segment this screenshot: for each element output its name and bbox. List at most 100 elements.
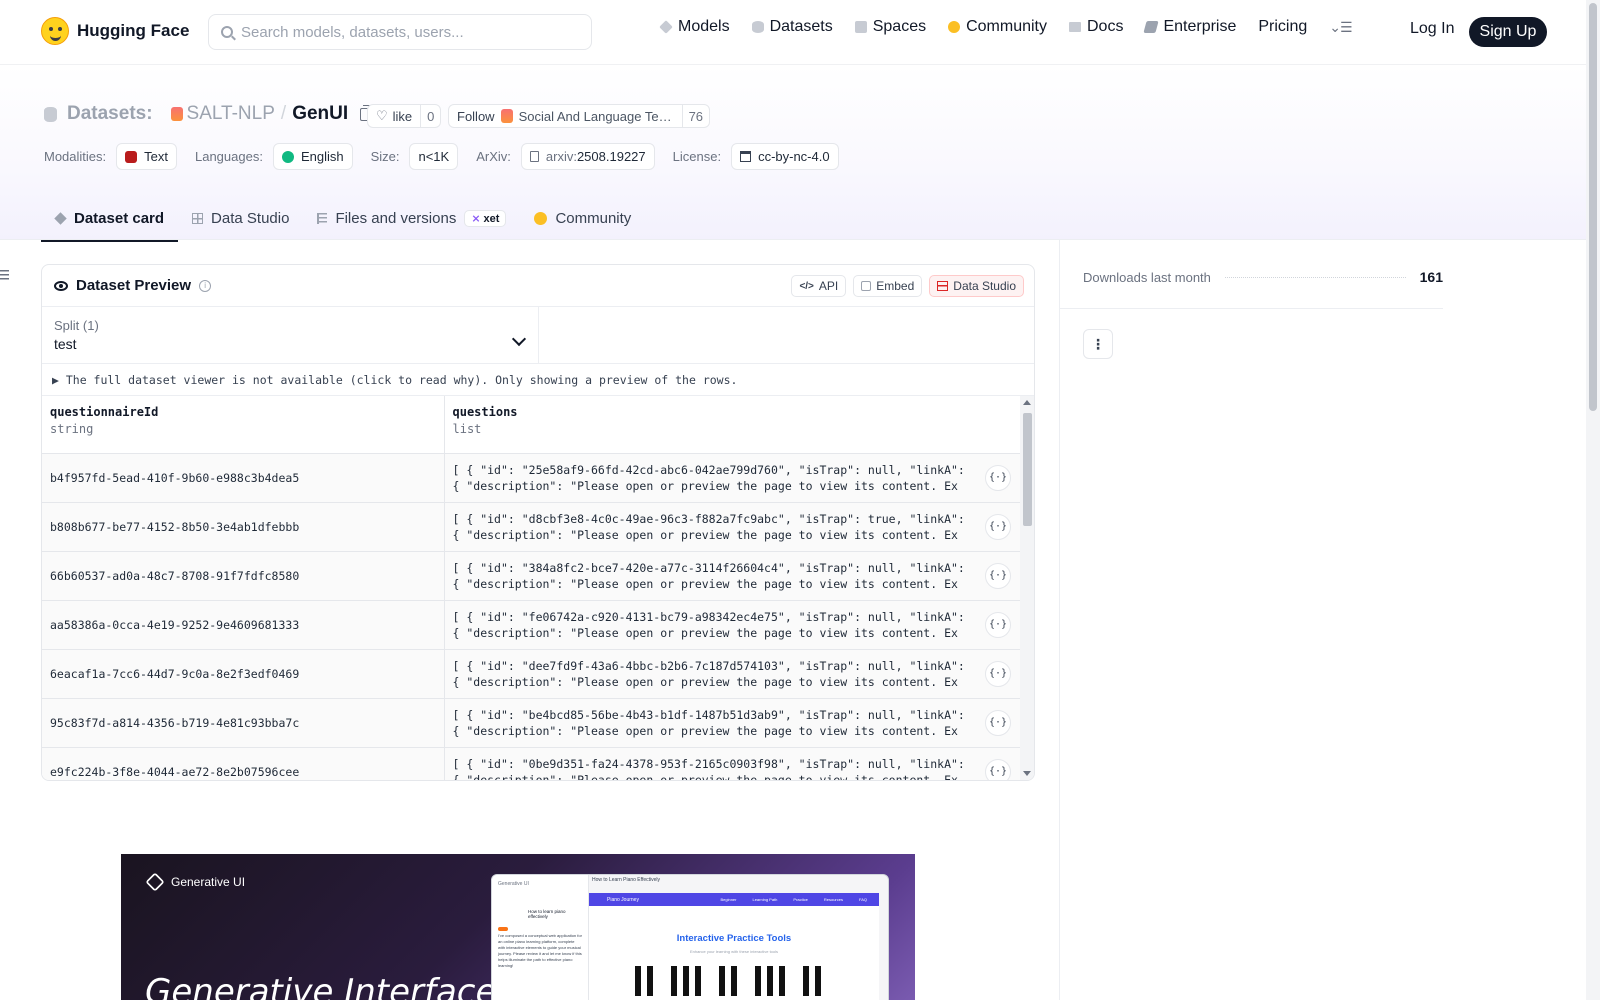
scroll-up-icon[interactable] <box>1023 400 1031 405</box>
split-value: test <box>54 336 77 352</box>
nav-models[interactable]: Models <box>659 18 730 36</box>
follow-label: Follow <box>457 108 495 124</box>
nav-datasets[interactable]: Datasets <box>751 18 833 36</box>
questions-line-2: { "description": "Please open or preview… <box>452 625 958 640</box>
more-options-button[interactable]: ⋮ <box>1083 329 1113 359</box>
expand-json-button[interactable]: {·} <box>985 562 1011 589</box>
language-chip[interactable]: English <box>272 143 353 170</box>
follow-button[interactable]: Follow Social And Language Technology Lab… <box>448 104 711 128</box>
expand-json-button[interactable]: {·} <box>985 464 1011 491</box>
logo-text: Hugging Face <box>77 21 190 40</box>
search-input[interactable]: Search models, datasets, users... <box>208 14 592 50</box>
table-row[interactable]: b4f957fd-5ead-410f-9b60-e988c3b4dea5 [ { … <box>42 453 1021 503</box>
hugging-face-logo-icon <box>41 17 69 45</box>
repo-name[interactable]: GenUI <box>292 103 348 125</box>
column-type: string <box>50 422 94 436</box>
nav-links: Models Datasets Spaces Community Docs En… <box>659 18 1353 36</box>
mock-body: Interactive Practice Tools Enhance your … <box>589 906 879 1000</box>
api-button[interactable]: </> API <box>791 275 847 297</box>
org-name: SALT-NLP <box>186 103 275 124</box>
modality-value: Text <box>144 149 168 164</box>
search-icon <box>221 26 233 38</box>
piano-key <box>755 966 761 996</box>
nav-spaces[interactable]: Spaces <box>854 18 926 36</box>
follower-count: 76 <box>688 108 704 124</box>
nav-community[interactable]: Community <box>948 18 1047 36</box>
cell-questions[interactable]: [ { "id": "dee7fd9f-43a6-4bbc-b2b6-7c187… <box>443 649 1021 699</box>
tab-files-and-versions[interactable]: Files and versions ⨯ xet <box>303 197 520 240</box>
scroll-down-icon[interactable] <box>1023 771 1031 776</box>
table-scrollbar-thumb[interactable] <box>1023 413 1032 526</box>
sidebar-toggle-icon[interactable] <box>0 270 9 280</box>
table-scrollbar[interactable] <box>1020 396 1034 780</box>
follow-org-name: Social And Language Technology Lab <box>518 108 674 124</box>
size-chip[interactable]: n<1K <box>409 143 459 170</box>
dataset-icon <box>44 106 57 122</box>
nav-pricing[interactable]: Pricing <box>1258 18 1307 36</box>
table-row[interactable]: 95c83f7d-a814-4356-b719-4e81c93bba7c [ { … <box>42 698 1021 748</box>
mock-ai-badge <box>498 927 508 931</box>
cell-questions[interactable]: [ { "id": "be4bcd85-56be-4b43-b1df-1487b… <box>443 698 1021 748</box>
signup-button[interactable]: Sign Up <box>1469 17 1547 47</box>
preview-header: Dataset Preview i </> API Embed Data Stud… <box>42 265 1034 307</box>
cell-questions[interactable]: [ { "id": "0be9d351-fa24-4378-953f-2165c… <box>443 747 1021 780</box>
questions-line-2: { "description": "Please open or preview… <box>452 674 958 689</box>
mock-answer: I've composed a conceptual web applicati… <box>498 933 582 968</box>
tab-community[interactable]: Community <box>520 197 645 240</box>
modality-chip[interactable]: Text <box>116 143 177 170</box>
breadcrumb-separator: / <box>280 103 287 124</box>
banner-brand-text: Generative UI <box>171 875 246 889</box>
expand-json-button[interactable]: {·} <box>985 758 1011 780</box>
viewer-notice[interactable]: ▶ The full dataset viewer is not availab… <box>42 364 1034 396</box>
license-chip[interactable]: cc-by-nc-4.0 <box>731 143 839 170</box>
code-icon: </> <box>799 280 814 292</box>
questions-line-1: [ { "id": "be4bcd85-56be-4b43-b1df-1487b… <box>452 707 965 722</box>
table-row[interactable]: e9fc224b-3f8e-4044-ae72-8e2b07596cee [ { … <box>42 747 1021 780</box>
arxiv-chip[interactable]: arxiv:2508.19227 <box>520 143 655 170</box>
table-header-row: questionnaireId string questions list <box>42 396 1021 454</box>
split-select[interactable]: Split (1) test <box>42 307 539 363</box>
tab-data-studio[interactable]: Data Studio <box>178 197 303 240</box>
table-row[interactable]: 66b60537-ad0a-48c7-8708-91f7fdfc8580 [ { … <box>42 551 1021 601</box>
login-link[interactable]: Log In <box>1410 20 1454 38</box>
data-studio-label: Data Studio <box>953 279 1016 293</box>
repo-tabs: Dataset card Data Studio Files and versi… <box>41 197 645 242</box>
expand-json-button[interactable]: {·} <box>985 709 1011 736</box>
mock-nav-link: Learning Path <box>752 897 778 902</box>
like-button[interactable]: ♡ like 0 <box>367 104 442 128</box>
data-studio-button[interactable]: Data Studio <box>929 275 1024 297</box>
questions-line-1: [ { "id": "d8cbf3e8-4c0c-49ae-96c3-f882a… <box>452 511 965 526</box>
column-header-questions: questions list <box>443 396 1021 454</box>
generative-ui-logo-icon <box>145 872 165 892</box>
piano-key <box>767 966 773 996</box>
sidebar-divider <box>1059 308 1443 309</box>
expand-json-button[interactable]: {·} <box>985 611 1011 638</box>
expand-json-button[interactable]: {·} <box>985 660 1011 687</box>
cell-questions[interactable]: [ { "id": "25e58af9-66fd-42cd-abc6-042ae… <box>443 453 1021 503</box>
cell-questions[interactable]: [ { "id": "fe06742a-c920-4131-bc79-a9834… <box>443 600 1021 650</box>
banner-headline: Generative Interfaces <box>145 972 515 1000</box>
table-row[interactable]: 6eacaf1a-7cc6-44d7-9c0a-8e2f3edf0469 [ { … <box>42 649 1021 699</box>
nav-enterprise[interactable]: Enterprise <box>1143 18 1236 36</box>
info-icon[interactable]: i <box>199 279 212 292</box>
preview-table-wrap: questionnaireId string questions list b4f9… <box>42 396 1034 780</box>
table-row[interactable]: b808b677-be77-4152-8b50-3e4ab1dfebbb [ { … <box>42 502 1021 552</box>
piano-keyboard-graphic <box>635 966 829 996</box>
table-row[interactable]: aa58386a-0cca-4e19-9252-9e4609681333 [ { … <box>42 600 1021 650</box>
cell-questions[interactable]: [ { "id": "d8cbf3e8-4c0c-49ae-96c3-f882a… <box>443 502 1021 552</box>
cell-questions[interactable]: [ { "id": "384a8fc2-bce7-420e-a77c-3114f… <box>443 551 1021 601</box>
org-link[interactable]: SALT-NLP <box>170 103 275 125</box>
piano-key <box>815 966 821 996</box>
xet-badge: ⨯ xet <box>464 210 507 227</box>
page-scrollbar[interactable] <box>1586 0 1600 1000</box>
page-scrollbar-thumb[interactable] <box>1589 3 1597 411</box>
repo-kind[interactable]: Datasets: <box>67 103 153 125</box>
tab-dataset-card[interactable]: Dataset card <box>41 197 179 242</box>
more-menu-icon[interactable]: ⌄☰ <box>1329 19 1352 36</box>
mock-question: How to learn piano effectively <box>528 909 566 919</box>
expand-json-button[interactable]: {·} <box>985 513 1011 540</box>
hf-logo-link[interactable]: Hugging Face <box>41 17 189 45</box>
nav-docs[interactable]: Docs <box>1069 18 1123 36</box>
embed-button[interactable]: Embed <box>853 275 923 297</box>
piano-key <box>671 966 677 996</box>
